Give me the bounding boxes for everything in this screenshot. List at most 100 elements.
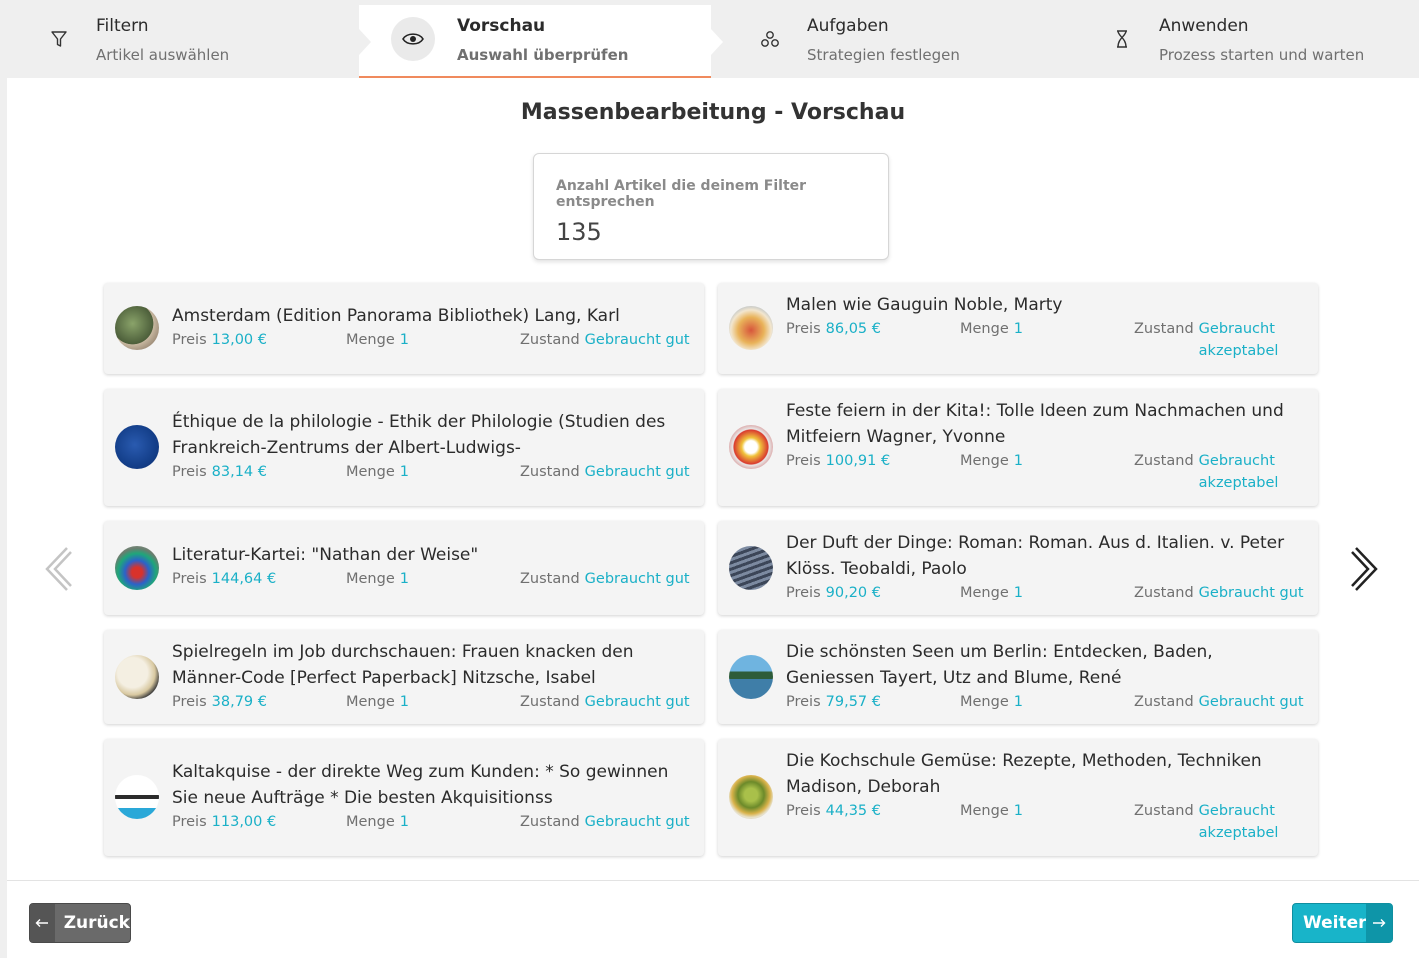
back-button[interactable]: Zurück	[29, 903, 131, 943]
article-card[interactable]: Éthique de la philologie - Ethik der Phi…	[104, 389, 704, 506]
quantity-value: 1	[1013, 585, 1023, 601]
step-filtern[interactable]: Filtern Artikel auswählen	[0, 0, 359, 78]
price-value: 79,57 €	[825, 694, 881, 710]
article-title: Der Duft der Dinge: Roman: Roman. Aus d.…	[786, 533, 1285, 579]
condition-label: Zustand	[520, 694, 580, 710]
price-value: 44,35 €	[825, 803, 881, 819]
article-card[interactable]: Literatur-Kartei: "Nathan der Weise" Pre…	[104, 521, 704, 615]
step-subtitle: Artikel auswählen	[96, 46, 230, 64]
step-subtitle: Prozess starten und warten	[1159, 46, 1365, 64]
condition-label: Zustand	[1134, 321, 1194, 337]
price-label: Preis	[172, 814, 207, 830]
price-value: 83,14 €	[211, 464, 267, 480]
count-box: Anzahl Artikel die deinem Filter entspre…	[533, 153, 889, 260]
quantity-value: 1	[399, 814, 409, 830]
step-title: Anwenden	[1159, 16, 1249, 36]
condition-label: Zustand	[1134, 803, 1194, 819]
condition-label: Zustand	[520, 814, 580, 830]
price-label: Preis	[172, 571, 207, 587]
article-card[interactable]: Die Kochschule Gemüse: Rezepte, Methoden…	[718, 739, 1318, 856]
article-title: Die schönsten Seen um Berlin: Entdecken,…	[786, 642, 1213, 688]
article-card[interactable]: Amsterdam (Edition Panorama Bibliothek) …	[104, 283, 704, 374]
count-label: Anzahl Artikel die deinem Filter entspre…	[556, 178, 807, 210]
article-thumbnail	[115, 546, 159, 590]
quantity-value: 1	[399, 464, 409, 480]
step-anwenden[interactable]: Anwenden Prozess starten und warten	[1063, 0, 1419, 78]
quantity-value: 1	[1013, 321, 1023, 337]
condition-label: Zustand	[1134, 585, 1194, 601]
quantity-label: Menge	[346, 814, 395, 830]
article-title: Spielregeln im Job durchschauen: Frauen …	[172, 642, 634, 688]
condition-label: Zustand	[520, 571, 580, 587]
count-value: 135	[556, 218, 602, 246]
price-value: 13,00 €	[211, 332, 267, 348]
article-title: Éthique de la philologie - Ethik der Phi…	[172, 412, 666, 458]
article-title: Kaltakquise - der direkte Weg zum Kunden…	[172, 762, 669, 808]
condition-value: Gebraucht gut	[584, 694, 690, 710]
price-label: Preis	[172, 332, 207, 348]
next-button-label: Weiter	[1303, 913, 1367, 933]
tasks-icon	[743, 17, 797, 61]
article-card[interactable]: Malen wie Gauguin Noble, Marty Preis 86,0…	[718, 283, 1318, 374]
article-title: Amsterdam (Edition Panorama Bibliothek) …	[172, 306, 620, 326]
quantity-label: Menge	[960, 321, 1009, 337]
price-label: Preis	[786, 585, 821, 601]
quantity-label: Menge	[346, 464, 395, 480]
quantity-value: 1	[1013, 803, 1023, 819]
price-value: 90,20 €	[825, 585, 881, 601]
next-button[interactable]: Weiter	[1292, 903, 1393, 943]
price-label: Preis	[172, 464, 207, 480]
page-title: Massenbearbeitung - Vorschau	[520, 100, 906, 125]
article-card[interactable]: Spielregeln im Job durchschauen: Frauen …	[104, 630, 704, 724]
quantity-value: 1	[399, 571, 409, 587]
article-card[interactable]: Kaltakquise - der direkte Weg zum Kunden…	[104, 739, 704, 856]
quantity-label: Menge	[346, 571, 395, 587]
step-vorschau[interactable]: Vorschau Auswahl überprüfen	[359, 5, 723, 78]
condition-value: Gebraucht gut	[1198, 694, 1304, 710]
price-value: 100,91 €	[825, 453, 891, 469]
quantity-label: Menge	[346, 694, 395, 710]
condition-label: Zustand	[520, 332, 580, 348]
article-thumbnail	[115, 775, 159, 819]
condition-value: Gebraucht gut	[584, 464, 690, 480]
quantity-label: Menge	[346, 332, 395, 348]
next-page-arrow-icon[interactable]	[1348, 544, 1388, 594]
article-thumbnail	[115, 425, 159, 469]
article-card[interactable]: Feste feiern in der Kita!: Tolle Ideen z…	[718, 389, 1318, 506]
hourglass-icon	[1095, 17, 1149, 61]
price-value: 38,79 €	[211, 694, 267, 710]
main-panel: Massenbearbeitung - Vorschau Anzahl Arti…	[7, 78, 1419, 958]
condition-value: Gebraucht gut	[584, 332, 690, 348]
article-card[interactable]: Die schönsten Seen um Berlin: Entdecken,…	[718, 630, 1318, 724]
quantity-label: Menge	[960, 585, 1009, 601]
article-title: Die Kochschule Gemüse: Rezepte, Methoden…	[786, 751, 1262, 797]
article-title: Malen wie Gauguin Noble, Marty	[786, 295, 1063, 315]
condition-label: Zustand	[1134, 453, 1194, 469]
previous-page-arrow-icon[interactable]	[37, 544, 77, 594]
article-title: Literatur-Kartei: "Nathan der Weise"	[172, 545, 479, 565]
price-label: Preis	[172, 694, 207, 710]
article-thumbnail	[729, 425, 773, 469]
step-aufgaben[interactable]: Aufgaben Strategien festlegen	[711, 0, 1063, 78]
article-title: Feste feiern in der Kita!: Tolle Ideen z…	[786, 401, 1284, 447]
step-title: Filtern	[96, 16, 149, 36]
quantity-value: 1	[1013, 694, 1023, 710]
article-card[interactable]: Der Duft der Dinge: Roman: Roman. Aus d.…	[718, 521, 1318, 615]
arrow-right-icon	[1366, 904, 1392, 942]
price-label: Preis	[786, 321, 821, 337]
filter-icon	[32, 17, 86, 61]
quantity-label: Menge	[960, 694, 1009, 710]
quantity-value: 1	[399, 694, 409, 710]
condition-label: Zustand	[520, 464, 580, 480]
price-value: 113,00 €	[211, 814, 277, 830]
condition-value: Gebraucht akzeptabel	[1198, 321, 1279, 359]
quantity-label: Menge	[960, 803, 1009, 819]
condition-value: Gebraucht akzeptabel	[1198, 803, 1279, 841]
condition-label: Zustand	[1134, 694, 1194, 710]
article-thumbnail	[115, 306, 159, 350]
step-subtitle: Auswahl überprüfen	[457, 46, 629, 64]
article-thumbnail	[115, 655, 159, 699]
price-label: Preis	[786, 694, 821, 710]
article-thumbnail	[729, 546, 773, 590]
arrow-left-icon	[30, 904, 55, 942]
